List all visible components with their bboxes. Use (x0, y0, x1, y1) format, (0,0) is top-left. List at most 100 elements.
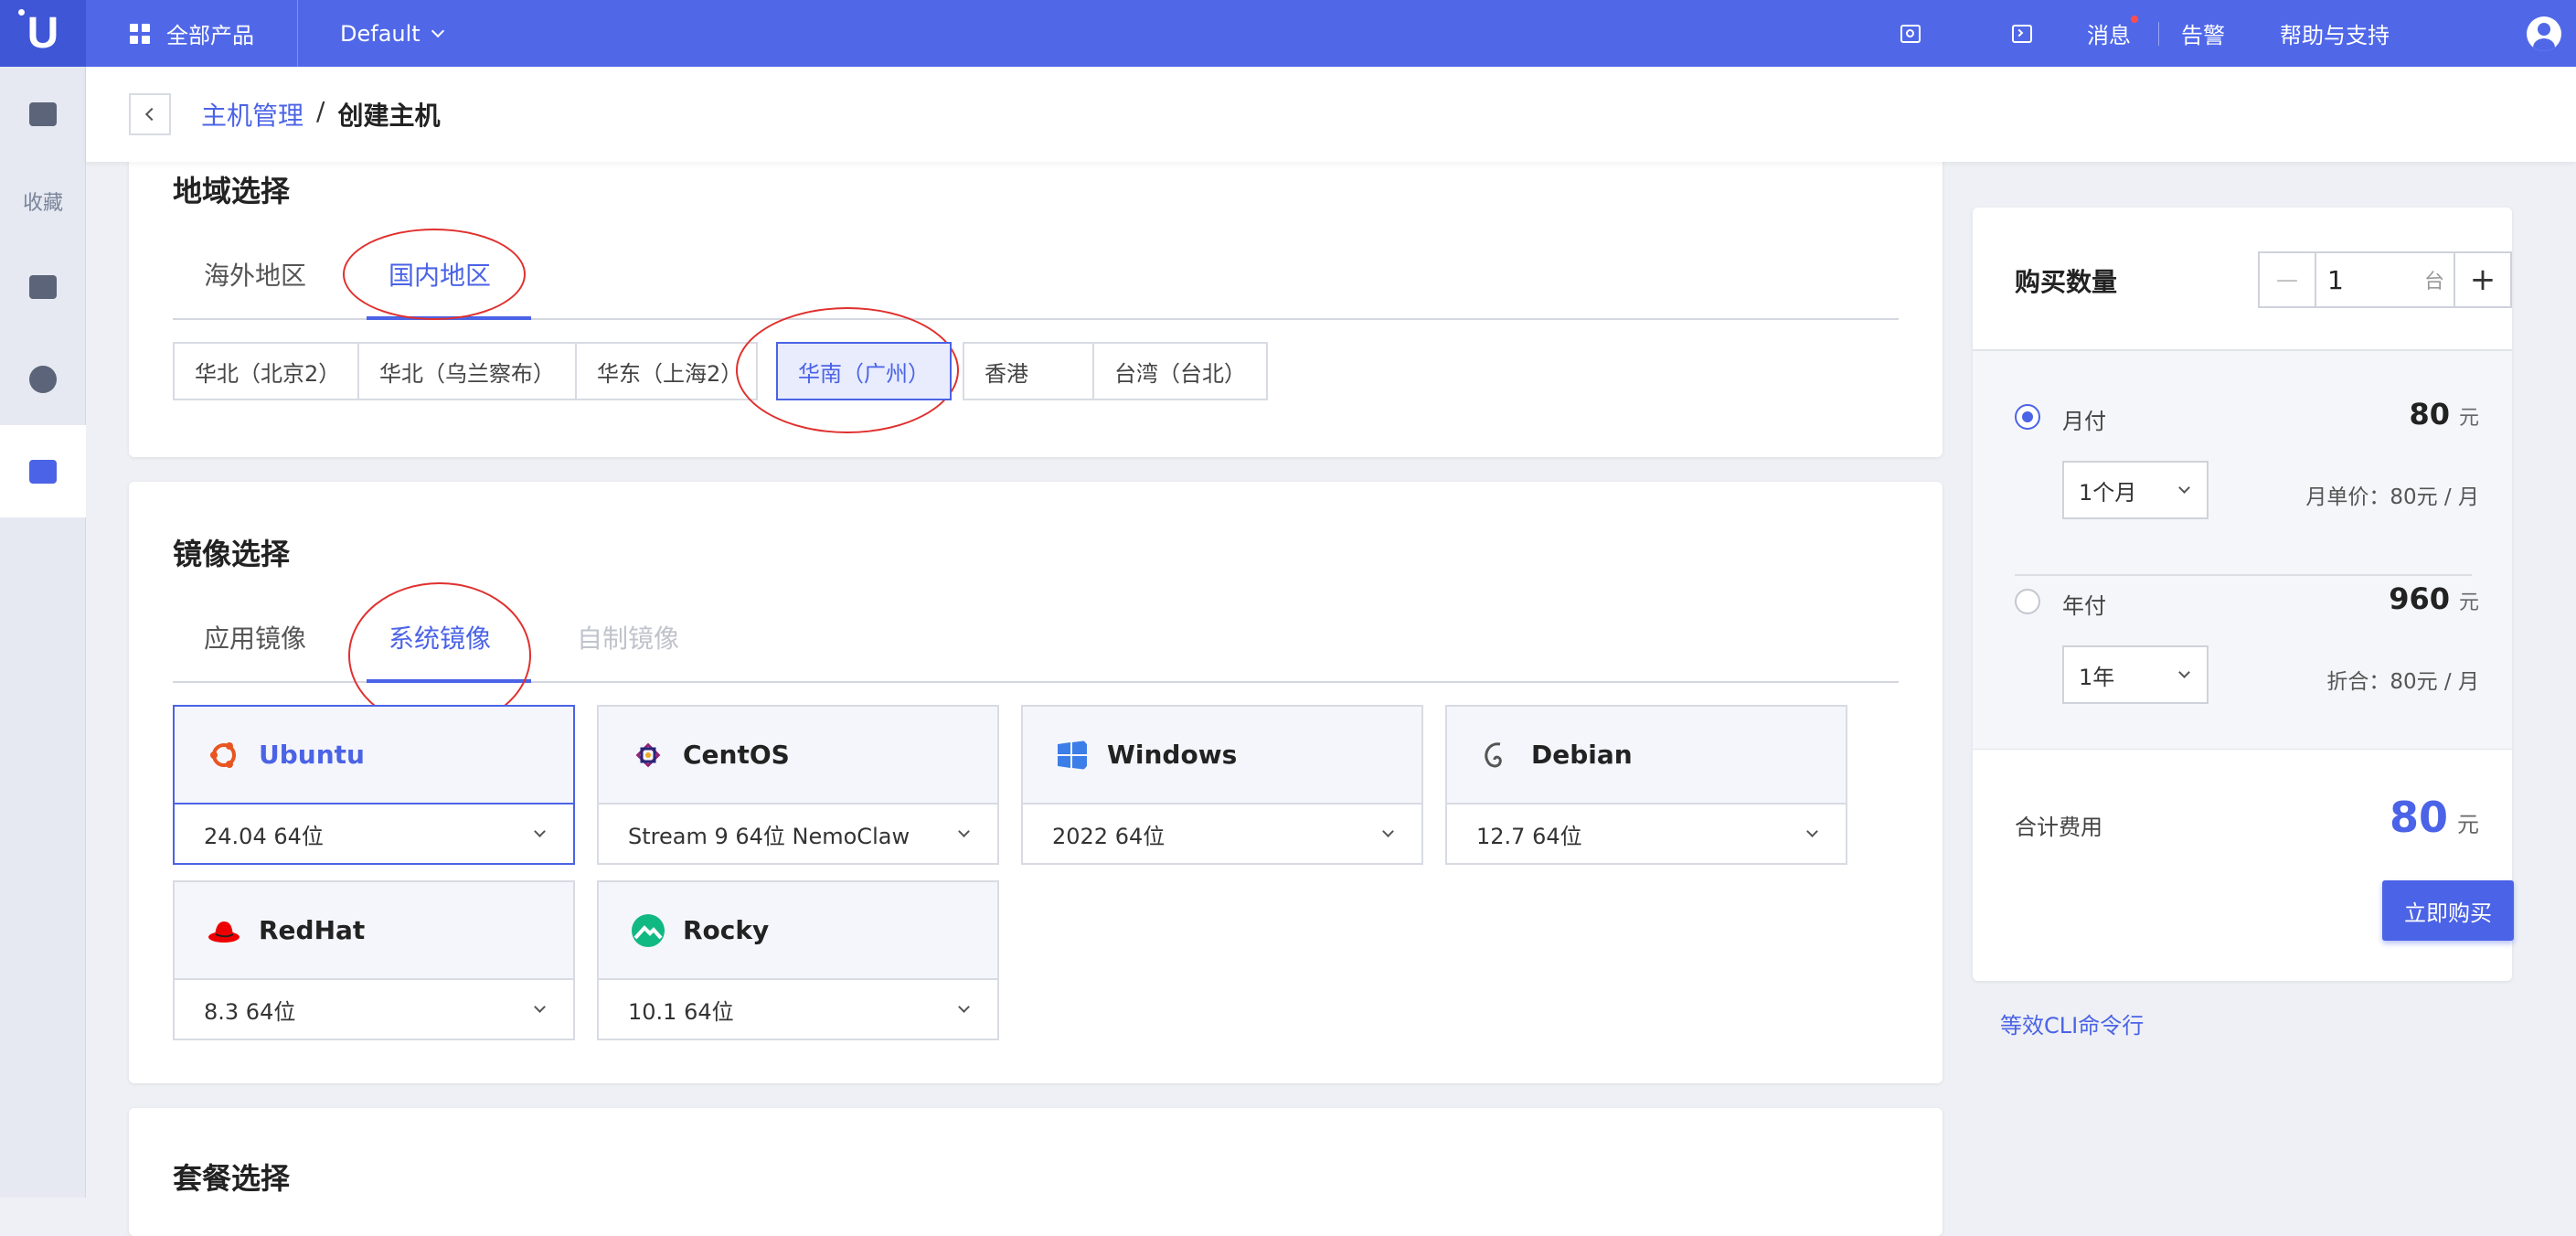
package-section-title: 套餐选择 (173, 1161, 291, 1196)
sidebar-item-hosts[interactable] (0, 425, 86, 517)
image-card-rocky[interactable]: Rocky 10.1 64位 (597, 880, 999, 1040)
annotation-circle (343, 229, 526, 320)
network-icon (29, 365, 57, 393)
project-selector[interactable]: Default (340, 20, 444, 47)
version-select[interactable]: Stream 9 64位 NemoClaw (599, 804, 997, 863)
region-option[interactable]: 台湾（台北） (1092, 342, 1268, 400)
image-name: Debian (1531, 740, 1633, 770)
project-name: Default (340, 20, 420, 47)
version-select[interactable]: 12.7 64位 (1447, 804, 1846, 863)
image-card-ubuntu[interactable]: Ubuntu 24.04 64位 (173, 705, 575, 865)
quantity-value: 1 (2327, 264, 2344, 295)
monthly-label: 月付 (2062, 409, 2106, 434)
monthly-period-select[interactable]: 1个月 (2062, 461, 2209, 519)
version-value: 24.04 64位 (204, 823, 324, 849)
region-option[interactable]: 华北（乌兰察布） (357, 342, 577, 400)
minus-icon: — (2276, 267, 2298, 293)
chevron-down-icon (1806, 826, 1818, 837)
server-cloud-icon (29, 274, 57, 299)
logo-dot (18, 9, 25, 16)
search-button[interactable] (1900, 24, 1921, 43)
image-name: Ubuntu (259, 740, 365, 770)
search-icon (1900, 24, 1921, 43)
all-products-button[interactable]: 全部产品 (86, 0, 298, 67)
chevron-down-icon (1382, 826, 1394, 837)
breadcrumb-current: 创建主机 (337, 101, 441, 131)
sidebar-item-favorites[interactable]: 收藏 (0, 162, 86, 240)
version-select[interactable]: 24.04 64位 (175, 804, 573, 863)
host-icon (29, 459, 57, 484)
version-select[interactable]: 2022 64位 (1023, 804, 1421, 863)
grid-icon (130, 23, 150, 44)
brand-logo[interactable]: U (0, 0, 86, 67)
help-label: 帮助与支持 (2280, 23, 2390, 48)
yearly-unit-price: 折合：80元 / 月 (2326, 670, 2479, 694)
chevron-left-icon (144, 107, 159, 122)
currency: 元 (2458, 407, 2479, 430)
chevron-down-icon (2178, 482, 2190, 494)
yearly-price-value: 960 (2389, 581, 2450, 616)
decrement-button[interactable]: — (2258, 251, 2316, 308)
buy-now-button[interactable]: 立即购买 (2382, 880, 2514, 941)
sidebar-item-messages[interactable] (0, 67, 86, 162)
breadcrumb-separator: / (316, 96, 325, 126)
sidebar-item-storage[interactable] (0, 240, 86, 333)
currency: 元 (2457, 812, 2479, 837)
region-option-selected[interactable]: 华南（广州） (776, 342, 952, 400)
sidebar-item-network[interactable] (0, 333, 86, 425)
region-section-title: 地域选择 (173, 174, 291, 208)
region-option[interactable]: 香港 (963, 342, 1094, 400)
top-right-menu: 消息 告警 帮助与支持 (1900, 0, 2576, 67)
yearly-period-select[interactable]: 1年 (2062, 645, 2209, 704)
monthly-unit-price: 月单价：80元 / 月 (2305, 485, 2479, 509)
version-value: 10.1 64位 (628, 998, 734, 1025)
chevron-down-icon (958, 826, 970, 837)
version-select[interactable]: 10.1 64位 (599, 980, 997, 1039)
region-options: 华北（北京2） 华北（乌兰察布） 华东（上海2） 华南（广州） 香港 台湾（台北… (173, 342, 1268, 400)
plus-icon: + (2469, 261, 2496, 298)
image-section: 镜像选择 应用镜像 系统镜像 自制镜像 Ubuntu 24.04 64位 Cen… (129, 482, 1943, 1083)
image-card-debian[interactable]: Debian 12.7 64位 (1445, 705, 1847, 865)
image-card-centos[interactable]: CentOS Stream 9 64位 NemoClaw (597, 705, 999, 865)
back-button[interactable] (129, 93, 171, 135)
total-price: 80 元 (2390, 793, 2479, 842)
increment-button[interactable]: + (2454, 251, 2512, 308)
redhat-icon (208, 921, 240, 943)
yearly-period-value: 1年 (2079, 664, 2115, 690)
all-products-label: 全部产品 (166, 23, 254, 48)
chevron-down-icon (431, 24, 444, 38)
image-card-windows[interactable]: Windows 2022 64位 (1021, 705, 1423, 865)
image-card-redhat[interactable]: RedHat 8.3 64位 (173, 880, 575, 1040)
tab-custom-images[interactable]: 自制镜像 (577, 619, 679, 655)
region-option[interactable]: 华北（北京2） (173, 342, 359, 400)
chevron-down-icon (2178, 666, 2190, 678)
tab-overseas[interactable]: 海外地区 (204, 256, 306, 293)
terminal-icon (2012, 24, 2032, 43)
chevron-down-icon (534, 826, 546, 837)
centos-icon (635, 742, 661, 767)
quantity-input[interactable]: 1 台 (2316, 251, 2454, 308)
help-link[interactable]: 帮助与支持 (2280, 17, 2390, 49)
yearly-radio[interactable] (2015, 589, 2040, 614)
windows-icon (1058, 740, 1087, 770)
breadcrumb: 主机管理 / 创建主机 (201, 96, 440, 133)
quantity-unit: 台 (2423, 271, 2444, 293)
chevron-down-icon (958, 1001, 970, 1013)
region-option[interactable]: 华东（上海2） (575, 342, 758, 400)
quantity-label: 购买数量 (2015, 267, 2118, 297)
messages-label: 消息 (2087, 23, 2131, 48)
tab-app-images[interactable]: 应用镜像 (204, 619, 306, 655)
breadcrumb-host-management[interactable]: 主机管理 (201, 96, 303, 133)
monthly-radio[interactable] (2015, 404, 2040, 430)
divider (2158, 21, 2159, 46)
debian-icon (1485, 741, 1502, 767)
cli-command-link[interactable]: 等效CLI命令行 (2000, 1007, 2144, 1039)
messages-link[interactable]: 消息 (2087, 16, 2138, 49)
order-summary-panel: 购买数量 — 1 台 + 月付 80 元 1个月 月单价：80元 / 月 年付 (1973, 208, 2514, 981)
user-avatar[interactable] (2527, 16, 2561, 51)
monthly-price: 80 元 (2409, 397, 2479, 432)
alerts-link[interactable]: 告警 (2181, 17, 2225, 49)
terminal-button[interactable] (2012, 24, 2032, 43)
favorites-label: 收藏 (22, 192, 63, 215)
version-select[interactable]: 8.3 64位 (175, 980, 573, 1039)
